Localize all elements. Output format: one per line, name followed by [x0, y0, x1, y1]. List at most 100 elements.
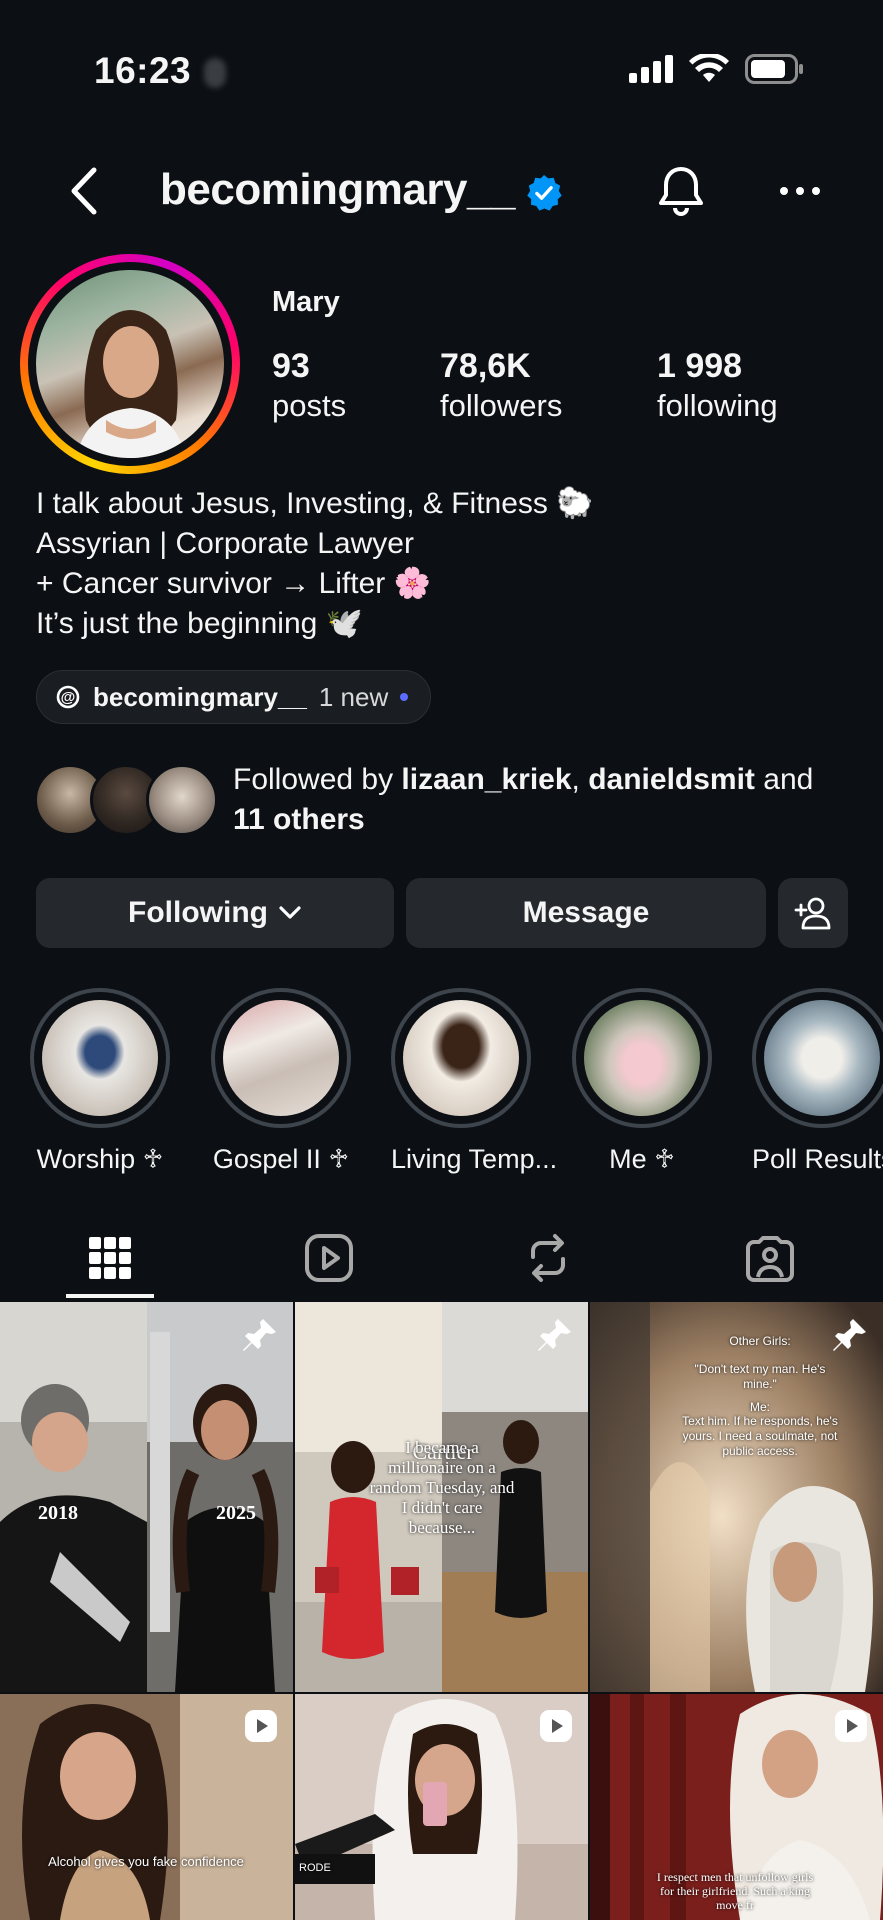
add-user-icon	[794, 897, 831, 930]
highlight-cover	[42, 1000, 158, 1116]
suggested-users-button[interactable]	[778, 878, 848, 948]
svg-text:@: @	[61, 689, 76, 706]
avatar-illustration	[76, 310, 186, 458]
profile-name: Mary	[272, 286, 340, 318]
grid-icon	[89, 1237, 131, 1279]
post-text-title: Other Girls:	[729, 1334, 791, 1348]
highlight-cover	[584, 1000, 700, 1116]
new-indicator-dot	[400, 693, 409, 701]
post-thumbnail[interactable]: Cartier I became a millionaire on a rand…	[295, 1302, 588, 1692]
bio-line: I talk about Jesus, Investing, & Fitness…	[36, 487, 594, 520]
reels-icon	[305, 1234, 353, 1282]
more-options-icon[interactable]	[778, 174, 822, 208]
mutual-others-link: 11 others	[233, 803, 365, 836]
following-button[interactable]: Following	[36, 878, 394, 948]
followers-stat[interactable]: 78,6K followers	[440, 346, 562, 426]
highlight-label: Worship ♱	[36, 1144, 164, 1174]
followers-count: 78,6K	[440, 347, 531, 385]
highlight-cover	[764, 1000, 880, 1116]
pin-icon	[243, 1319, 276, 1351]
followed-by-separator: ,	[571, 763, 589, 796]
wifi-icon	[689, 54, 729, 82]
post-year-label: 2018	[38, 1502, 78, 1524]
post-image	[0, 1302, 293, 1692]
threads-new-count: 1 new	[318, 681, 389, 712]
reel-icon	[540, 1710, 572, 1742]
header-username: becomingmary__	[160, 165, 515, 214]
following-count: 1 998	[657, 347, 743, 385]
bio-line: It’s just the beginning 🕊️	[36, 607, 363, 640]
profile-header: becomingmary__	[0, 160, 883, 222]
post-text-line: "Don't text my man. He's mine."	[694, 1362, 826, 1391]
tagged-icon	[746, 1236, 794, 1282]
mutual-avatar	[146, 764, 218, 836]
microphone-brand-label: RODE	[299, 1862, 331, 1874]
pin-icon	[833, 1319, 866, 1351]
bio-line: + Cancer survivor → Lifter 🌸	[36, 567, 431, 600]
tab-posts[interactable]	[70, 1220, 150, 1296]
post-year-label: 2025	[216, 1502, 256, 1524]
following-button-label: Following	[128, 896, 268, 929]
profile-tabs	[0, 1220, 883, 1300]
chevron-down-icon	[279, 906, 301, 919]
followers-label: followers	[440, 388, 563, 423]
highlight-cover	[223, 1000, 339, 1116]
threads-icon: @	[56, 685, 80, 709]
threads-badge-button[interactable]: @ becomingmary__ 1 new	[36, 670, 432, 724]
active-tab-indicator	[66, 1294, 154, 1298]
avatar-photo	[36, 270, 224, 458]
followed-by-and: and	[754, 763, 814, 796]
post-thumbnail[interactable]: Other Girls: "Don't text my man. He's mi…	[590, 1302, 883, 1692]
post-image	[590, 1302, 883, 1692]
tab-tagged[interactable]	[730, 1220, 810, 1296]
post-thumbnail[interactable]: I respect men that unfollow girls for th…	[590, 1694, 883, 1920]
post-text-line: Me:	[749, 1400, 770, 1414]
post-text-line: Text him. If he responds, he's yours. I …	[682, 1414, 838, 1458]
repost-icon	[531, 1234, 565, 1282]
profile-bio: I talk about Jesus, Investing, & Fitness…	[36, 484, 594, 644]
tab-reposts[interactable]	[508, 1220, 588, 1296]
tab-reels[interactable]	[289, 1220, 369, 1296]
message-button[interactable]: Message	[406, 878, 766, 948]
mutual-user-link: danieldsmit	[588, 763, 755, 796]
back-icon[interactable]	[62, 166, 106, 216]
battery-icon	[745, 54, 803, 84]
threads-handle: becomingmary__	[93, 681, 307, 712]
highlight-label: Me ♱	[609, 1144, 675, 1174]
highlight-me[interactable]: Me ♱	[572, 988, 712, 1175]
posts-label: posts	[272, 388, 347, 423]
followed-by-prefix: Followed by	[233, 763, 402, 796]
followed-by-text[interactable]: Followed by lizaan_kriek, danieldsmit an…	[233, 760, 853, 840]
highlight-label: Living Temp...	[391, 1144, 558, 1174]
status-icons	[629, 54, 805, 84]
mutual-user-link: lizaan_kriek	[401, 763, 572, 796]
pin-icon	[538, 1319, 571, 1351]
mutual-followers-avatars[interactable]	[34, 764, 220, 836]
post-thumbnail[interactable]: RODE	[295, 1694, 588, 1920]
post-caption-text: Alcohol gives you fake confidence	[48, 1854, 244, 1869]
status-bar: 16:23	[0, 0, 883, 140]
post-thumbnail[interactable]: Alcohol gives you fake confidence	[0, 1694, 293, 1920]
post-thumbnail[interactable]: 2018 2025	[0, 1302, 293, 1692]
highlight-label: Gospel II ♱	[212, 1144, 350, 1174]
highlight-cover	[403, 1000, 519, 1116]
privacy-indicator	[204, 58, 226, 88]
highlight-poll-results[interactable]: Poll Results	[752, 988, 883, 1175]
verified-badge-icon	[527, 174, 562, 211]
status-time: 16:23	[94, 50, 192, 91]
notification-bell-icon[interactable]	[656, 164, 706, 218]
post-overlay-text: I became a millionaire on a random Tuesd…	[369, 1438, 515, 1537]
posts-count: 93	[272, 347, 310, 385]
message-button-label: Message	[522, 896, 650, 929]
highlight-gospel-ii[interactable]: Gospel II ♱	[211, 988, 351, 1175]
following-stat[interactable]: 1 998 following	[657, 346, 778, 426]
following-label: following	[657, 388, 778, 423]
reel-icon	[835, 1710, 867, 1742]
highlight-living-temple[interactable]: Living Temp...	[391, 988, 558, 1175]
post-caption-text: I respect men that unfollow girls for th…	[656, 1870, 814, 1912]
posts-grid: 2018 2025 Cartier I became a millionaire…	[0, 1302, 883, 1920]
profile-avatar[interactable]	[20, 254, 240, 474]
posts-stat[interactable]: 93 posts	[272, 346, 346, 426]
highlight-worship[interactable]: Worship ♱	[30, 988, 170, 1175]
reel-icon	[245, 1710, 277, 1742]
